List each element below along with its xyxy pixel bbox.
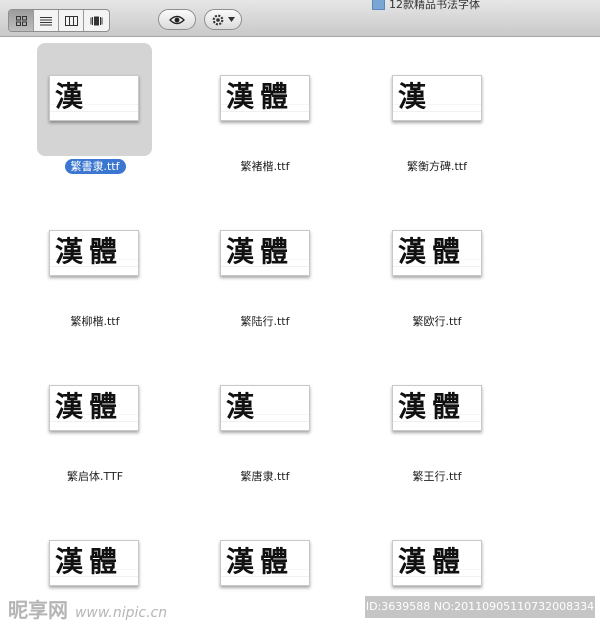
watermark-url: www.nipic.cn xyxy=(74,605,168,621)
font-preview-thumbnail: 漢體 xyxy=(49,230,139,276)
preview-glyphs: 漢體 xyxy=(398,235,467,268)
font-preview-thumbnail: 漢體 xyxy=(49,540,139,586)
watermark-id: ID:3639588 NO:20110905110732008334 xyxy=(365,596,595,618)
font-preview-thumbnail: 漢體 xyxy=(392,385,482,431)
preview-glyphs: 漢體 xyxy=(226,235,295,268)
column-view-button[interactable] xyxy=(59,10,84,31)
file-item[interactable]: 漢體 繁王行.ttf xyxy=(352,347,522,497)
font-preview-thumbnail: 漢 xyxy=(220,385,310,431)
font-preview-thumbnail: 漢體 xyxy=(392,230,482,276)
quicklook-button[interactable] xyxy=(158,9,196,30)
eye-icon xyxy=(169,15,185,24)
preview-glyphs: 漢體 xyxy=(226,80,295,113)
preview-glyphs: 漢 xyxy=(226,390,261,423)
file-name: 繁王行.ttf xyxy=(412,470,462,483)
gear-icon xyxy=(212,14,224,25)
font-preview-thumbnail: 漢體 xyxy=(49,385,139,431)
list-icon xyxy=(40,16,52,25)
coverflow-icon xyxy=(90,16,103,25)
chevron-down-icon xyxy=(228,17,235,22)
file-item[interactable]: 漢 繁唐隶.ttf xyxy=(180,347,350,497)
preview-glyphs: 漢體 xyxy=(55,545,124,578)
watermark-logo: 昵享网 www.nipic.cn xyxy=(8,594,167,623)
watermark-site-name: 昵享网 xyxy=(8,598,68,622)
preview-glyphs: 漢體 xyxy=(55,235,124,268)
finder-toolbar: 12款精品书法字体 xyxy=(0,0,600,37)
grid-icon xyxy=(15,15,27,26)
columns-icon xyxy=(64,15,78,26)
font-preview-thumbnail: 漢體 xyxy=(220,230,310,276)
file-item[interactable]: 漢 繁衡方碑.ttf xyxy=(352,37,522,187)
file-name: 繁柳楷.ttf xyxy=(70,315,120,328)
file-name: 繁启体.TTF xyxy=(66,470,124,483)
preview-glyphs: 漢 xyxy=(55,80,90,113)
file-grid: 漢 繁書隶.ttf 漢體 繁褚楷.ttf 漢 繁衡方碑.ttf 漢體 繁柳楷.t… xyxy=(0,37,600,626)
preview-glyphs: 漢體 xyxy=(398,545,467,578)
preview-glyphs: 漢 xyxy=(398,80,433,113)
file-name: 繁書隶.ttf xyxy=(10,158,180,174)
file-item[interactable]: 漢體 繁褚楷.ttf xyxy=(180,37,350,187)
font-preview-thumbnail: 漢體 xyxy=(220,540,310,586)
action-menu-button[interactable] xyxy=(204,9,242,30)
file-name: 繁褚楷.ttf xyxy=(240,160,290,173)
font-preview-thumbnail: 漢體 xyxy=(392,540,482,586)
font-preview-thumbnail: 漢體 xyxy=(220,75,310,121)
file-item[interactable]: 漢體 繁柳楷.ttf xyxy=(10,192,180,342)
preview-glyphs: 漢體 xyxy=(226,545,295,578)
font-preview-thumbnail: 漢 xyxy=(49,75,139,121)
preview-glyphs: 漢體 xyxy=(55,390,124,423)
view-mode-selector xyxy=(8,9,110,32)
folder-icon xyxy=(372,0,385,10)
coverflow-view-button[interactable] xyxy=(84,10,109,31)
folder-name: 12款精品书法字体 xyxy=(389,0,480,11)
file-name: 繁陆行.ttf xyxy=(240,315,290,328)
window-title: 12款精品书法字体 xyxy=(372,0,480,12)
font-preview-thumbnail: 漢 xyxy=(392,75,482,121)
file-item[interactable]: 漢體 xyxy=(180,502,350,626)
file-name: 繁唐隶.ttf xyxy=(240,470,290,483)
file-item[interactable]: 漢體 繁陆行.ttf xyxy=(180,192,350,342)
list-view-button[interactable] xyxy=(34,10,59,31)
file-name: 繁欧行.ttf xyxy=(412,315,462,328)
file-item[interactable]: 漢體 繁欧行.ttf xyxy=(352,192,522,342)
file-name: 繁衡方碑.ttf xyxy=(407,160,467,173)
file-item[interactable]: 漢 繁書隶.ttf xyxy=(10,37,180,187)
icon-view-button[interactable] xyxy=(9,10,34,31)
file-item[interactable]: 漢體 繁启体.TTF xyxy=(10,347,180,497)
preview-glyphs: 漢體 xyxy=(398,390,467,423)
